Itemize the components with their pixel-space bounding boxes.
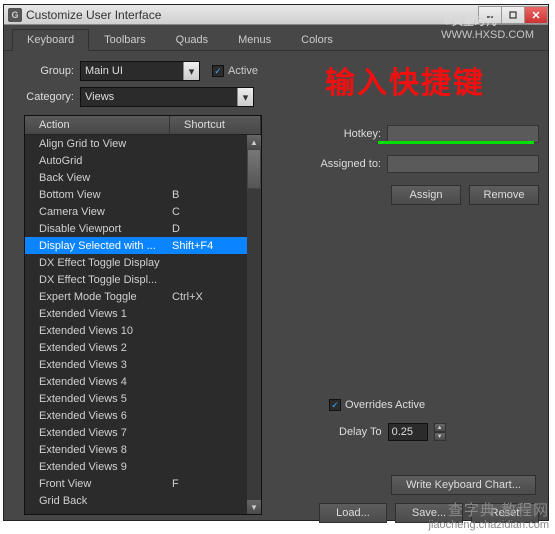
action-cell: Extended Views 6: [25, 410, 170, 422]
table-row[interactable]: Extended Views 9: [25, 458, 261, 475]
header-action[interactable]: Action: [25, 116, 170, 134]
action-cell: Extended Views 7: [25, 427, 170, 439]
table-row[interactable]: DX Effect Toggle Display: [25, 254, 261, 271]
group-label: Group:: [18, 65, 74, 77]
scroll-up-icon[interactable]: ▲: [247, 135, 261, 149]
action-cell: Display Selected with ...: [25, 240, 170, 252]
bottom-watermark: 查字典 教程网 jiaocheng.chazidian.com: [429, 504, 549, 532]
tab-keyboard[interactable]: Keyboard: [12, 29, 89, 51]
delay-input[interactable]: 0.25: [388, 423, 428, 441]
checkmark-icon: ✓: [212, 65, 224, 77]
group-value: Main UI: [85, 65, 123, 77]
action-cell: Extended Views 1: [25, 308, 170, 320]
top-watermark: ☉火星时代 WWW.HXSD.COM: [441, 13, 534, 41]
hotkey-input[interactable]: [387, 125, 539, 143]
spin-up-icon[interactable]: ▲: [434, 423, 446, 432]
table-row[interactable]: Camera ViewC: [25, 203, 261, 220]
table-row[interactable]: Grid Back: [25, 492, 261, 509]
delay-label: Delay To: [339, 426, 382, 438]
table-row[interactable]: Front ViewF: [25, 475, 261, 492]
overrides-section: ✓ Overrides Active Delay To 0.25 ▲▼: [329, 399, 446, 441]
action-cell: Grid Back: [25, 495, 170, 507]
action-cell: Extended Views 4: [25, 376, 170, 388]
table-header: Action Shortcut: [25, 116, 261, 135]
tab-menus[interactable]: Menus: [223, 29, 286, 50]
write-chart-button[interactable]: Write Keyboard Chart...: [391, 475, 536, 495]
action-cell: Expert Mode Toggle: [25, 291, 170, 303]
overrides-checkbox[interactable]: ✓ Overrides Active: [329, 399, 446, 411]
content-area: Group: Main UI ▾ ✓ Active Category: View…: [4, 51, 548, 123]
category-select[interactable]: Views ▾: [80, 87, 254, 107]
table-row[interactable]: AutoGrid: [25, 152, 261, 169]
table-row[interactable]: Extended Views 8: [25, 441, 261, 458]
action-cell: Extended Views 2: [25, 342, 170, 354]
spin-down-icon[interactable]: ▼: [434, 432, 446, 441]
action-cell: Extended Views 8: [25, 444, 170, 456]
action-cell: Extended Views 3: [25, 359, 170, 371]
delay-spinner[interactable]: ▲▼: [434, 423, 446, 441]
action-cell: Camera View: [25, 206, 170, 218]
group-select[interactable]: Main UI ▾: [80, 61, 200, 81]
tab-quads[interactable]: Quads: [161, 29, 223, 50]
table-row[interactable]: Extended Views 2: [25, 339, 261, 356]
assigned-input[interactable]: [387, 155, 539, 173]
active-label: Active: [228, 65, 258, 77]
window-title: Customize User Interface: [26, 8, 479, 22]
overrides-label: Overrides Active: [345, 399, 425, 411]
action-cell: Front View: [25, 478, 170, 490]
action-cell: Extended Views 5: [25, 393, 170, 405]
action-cell: Back View: [25, 172, 170, 184]
action-cell: Align Grid to View: [25, 138, 170, 150]
action-table: Action Shortcut Align Grid to View AutoGr…: [24, 115, 262, 515]
scrollbar[interactable]: ▲ ▼: [247, 135, 261, 514]
assign-button[interactable]: Assign: [391, 185, 461, 205]
table-row[interactable]: Align Grid to View: [25, 135, 261, 152]
table-row[interactable]: Extended Views 1: [25, 305, 261, 322]
checkmark-icon: ✓: [329, 399, 341, 411]
category-label: Category:: [18, 91, 74, 103]
action-cell: DX Effect Toggle Display: [25, 257, 170, 269]
header-shortcut[interactable]: Shortcut: [170, 116, 261, 134]
action-cell: Extended Views 10: [25, 325, 170, 337]
chevron-down-icon: ▾: [183, 62, 199, 80]
table-row[interactable]: Disable ViewportD: [25, 220, 261, 237]
app-window: G Customize User Interface Keyboard Tool…: [3, 4, 549, 521]
scroll-down-icon[interactable]: ▼: [247, 500, 261, 514]
right-pane: Hotkey: Assigned to: Assign Remove: [299, 125, 539, 205]
table-row[interactable]: Back View: [25, 169, 261, 186]
table-row[interactable]: Extended Views 3: [25, 356, 261, 373]
category-value: Views: [85, 91, 114, 103]
table-row[interactable]: Extended Views 7: [25, 424, 261, 441]
table-row[interactable]: Bottom ViewB: [25, 186, 261, 203]
active-checkbox[interactable]: ✓ Active: [212, 65, 258, 77]
remove-button[interactable]: Remove: [469, 185, 539, 205]
table-row[interactable]: Expert Mode ToggleCtrl+X: [25, 288, 261, 305]
table-row[interactable]: Extended Views 4: [25, 373, 261, 390]
hotkey-label: Hotkey:: [299, 128, 381, 140]
table-row[interactable]: Extended Views 5: [25, 390, 261, 407]
action-cell: AutoGrid: [25, 155, 170, 167]
tab-colors[interactable]: Colors: [286, 29, 348, 50]
action-cell: DX Effect Toggle Displ...: [25, 274, 170, 286]
table-row[interactable]: Extended Views 6: [25, 407, 261, 424]
action-cell: Extended Views 9: [25, 461, 170, 473]
app-icon: G: [8, 8, 22, 22]
action-cell: Bottom View: [25, 189, 170, 201]
table-row[interactable]: DX Effect Toggle Displ...: [25, 271, 261, 288]
table-row[interactable]: Extended Views 10: [25, 322, 261, 339]
assigned-label: Assigned to:: [299, 158, 381, 170]
table-row[interactable]: Display Selected with ...Shift+F4: [25, 237, 261, 254]
action-cell: Disable Viewport: [25, 223, 170, 235]
scroll-thumb[interactable]: [247, 149, 261, 189]
chevron-down-icon: ▾: [237, 88, 253, 106]
table-body[interactable]: Align Grid to View AutoGrid Back View Botto…: [25, 135, 261, 514]
load-button[interactable]: Load...: [319, 503, 387, 523]
tab-toolbars[interactable]: Toolbars: [89, 29, 161, 50]
